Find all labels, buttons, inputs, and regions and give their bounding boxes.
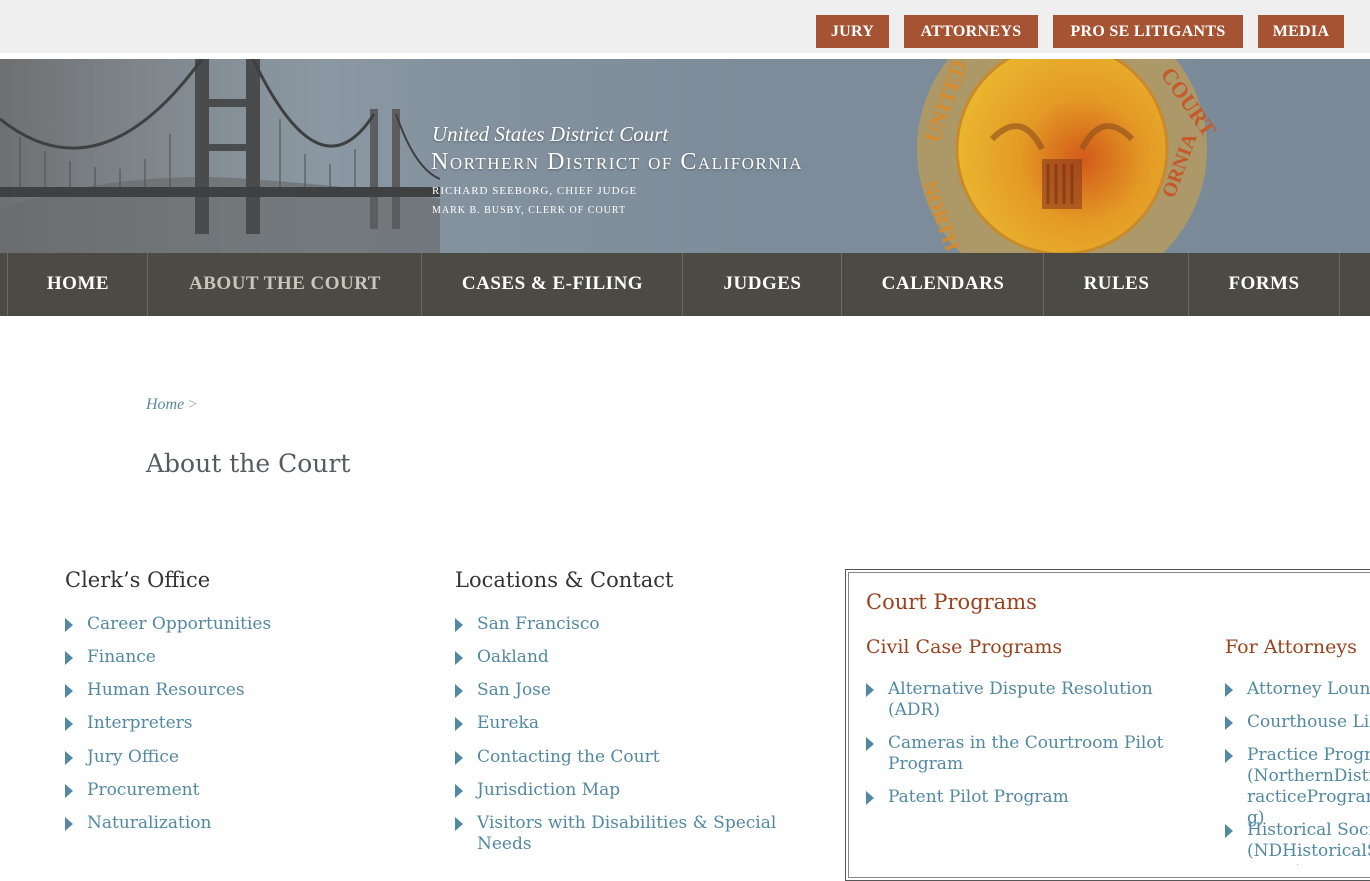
for-attorneys-heading: For Attorneys — [1225, 636, 1357, 658]
bullet-arrow-icon — [65, 817, 73, 831]
link-practice-program[interactable]: Practice Program (NorthernDistrictPracti… — [1247, 745, 1370, 829]
for-attorneys-list: Attorney Lounge Courthouse Library Pract… — [1225, 670, 1370, 865]
nav-calendars[interactable]: CALENDARS — [841, 253, 1044, 316]
link-human-resources[interactable]: Human Resources — [87, 680, 245, 701]
jury-button[interactable]: JURY — [816, 15, 889, 48]
civil-case-programs-heading: Civil Case Programs — [866, 636, 1063, 658]
bullet-arrow-icon — [65, 751, 73, 765]
bullet-arrow-icon — [65, 651, 73, 665]
link-san-francisco[interactable]: San Francisco — [477, 614, 600, 635]
bullet-arrow-icon — [455, 751, 463, 765]
link-patent-pilot-program[interactable]: Patent Pilot Program — [888, 787, 1188, 808]
nav-rules[interactable]: RULES — [1043, 253, 1189, 316]
utility-bar: JURY ATTORNEYS PRO SE LITIGANTS MEDIA — [0, 0, 1370, 53]
link-alternative-dispute-resolution[interactable]: Alternative Dispute Resolution (ADR) — [888, 679, 1188, 721]
bullet-arrow-icon — [65, 784, 73, 798]
clerks-office-heading: Clerk’s Office — [65, 568, 211, 592]
breadcrumb: Home > — [146, 396, 197, 414]
nav-cases-e-filing[interactable]: CASES & E-FILING — [421, 253, 683, 316]
link-cameras-in-the-courtroom[interactable]: Cameras in the Courtroom Pilot Program — [888, 733, 1188, 775]
bullet-arrow-icon — [866, 737, 874, 751]
court-programs-heading: Court Programs — [866, 590, 1037, 614]
bullet-arrow-icon — [455, 651, 463, 665]
locations-contact-heading: Locations & Contact — [455, 568, 674, 592]
bullet-arrow-icon — [65, 717, 73, 731]
nav-forms[interactable]: FORMS — [1188, 253, 1340, 316]
page-title: About the Court — [146, 449, 351, 478]
link-procurement[interactable]: Procurement — [87, 780, 199, 801]
bullet-arrow-icon — [1225, 749, 1233, 763]
bullet-arrow-icon — [1225, 716, 1233, 730]
main-navigation: HOME ABOUT THE COURT CASES & E-FILING JU… — [0, 253, 1370, 316]
bullet-arrow-icon — [866, 683, 874, 697]
link-oakland[interactable]: Oakland — [477, 647, 549, 668]
link-attorney-lounge[interactable]: Attorney Lounge — [1247, 679, 1370, 700]
breadcrumb-separator: > — [188, 396, 198, 413]
link-contacting-the-court[interactable]: Contacting the Court — [477, 747, 660, 768]
bullet-arrow-icon — [1225, 824, 1233, 838]
banner-district-name: Northern District of California — [431, 149, 803, 175]
pro-se-litigants-button[interactable]: PRO SE LITIGANTS — [1053, 15, 1243, 48]
bullet-arrow-icon — [455, 784, 463, 798]
link-career-opportunities[interactable]: Career Opportunities — [87, 614, 271, 635]
banner-clerk: Mark B. Busby, Clerk of Court — [432, 205, 627, 216]
link-courthouse-library[interactable]: Courthouse Library — [1247, 712, 1370, 733]
site-banner: UNITED COURT NORTH ORNIA United States D… — [0, 59, 1370, 253]
nav-home[interactable]: HOME — [7, 253, 148, 316]
bullet-arrow-icon — [455, 717, 463, 731]
bullet-arrow-icon — [65, 618, 73, 632]
attorneys-button[interactable]: ATTORNEYS — [904, 15, 1038, 48]
link-finance[interactable]: Finance — [87, 647, 156, 668]
banner-chief-judge: Richard Seeborg, Chief Judge — [432, 185, 638, 197]
breadcrumb-home-link[interactable]: Home — [146, 396, 184, 413]
link-naturalization[interactable]: Naturalization — [87, 813, 211, 834]
bullet-arrow-icon — [866, 791, 874, 805]
link-jury-office[interactable]: Jury Office — [87, 747, 179, 768]
link-interpreters[interactable]: Interpreters — [87, 713, 193, 734]
link-historical-society[interactable]: Historical Society (NDHistoricalSociety.… — [1247, 820, 1370, 865]
bullet-arrow-icon — [455, 618, 463, 632]
media-button[interactable]: MEDIA — [1258, 15, 1344, 48]
link-visitors-with-disabilities[interactable]: Visitors with Disabilities & Special Nee… — [477, 813, 787, 855]
banner-court-name: United States District Court — [432, 122, 669, 146]
link-eureka[interactable]: Eureka — [477, 713, 539, 734]
nav-judges[interactable]: JUDGES — [682, 253, 842, 316]
link-jurisdiction-map[interactable]: Jurisdiction Map — [477, 780, 620, 801]
link-san-jose[interactable]: San Jose — [477, 680, 551, 701]
nav-about-the-court[interactable]: ABOUT THE COURT — [147, 253, 422, 316]
bullet-arrow-icon — [1225, 683, 1233, 697]
golden-gate-bridge-image — [0, 59, 440, 253]
bullet-arrow-icon — [65, 684, 73, 698]
bullet-arrow-icon — [455, 817, 463, 831]
court-seal-icon: UNITED COURT NORTH ORNIA — [917, 59, 1222, 253]
bullet-arrow-icon — [455, 684, 463, 698]
